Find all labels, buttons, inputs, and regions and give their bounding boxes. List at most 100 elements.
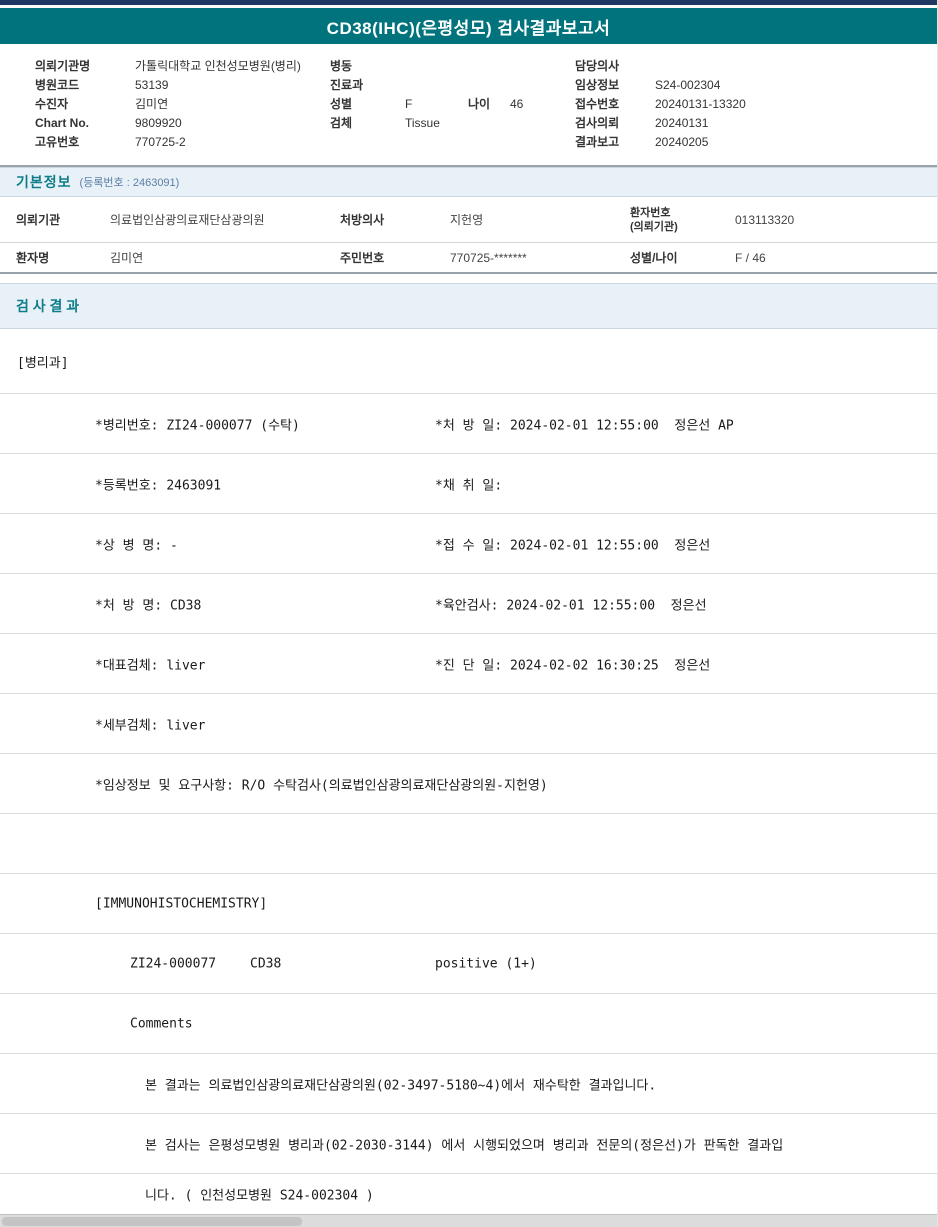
- detail-row-order-name: *처 방 명: CD38 *육안검사: 2024-02-01 12:55:00 정…: [0, 574, 937, 634]
- field-label-age: 나이: [468, 97, 491, 111]
- detail-row-clinical-request: *임상정보 및 요구사항: R/O 수탁검사(의료법인삼광의료재단삼광의원-지헌…: [0, 754, 937, 814]
- detail-right: *접 수 일: 2024-02-01 12:55:00 정은선: [435, 538, 711, 553]
- referring-org-label: 의뢰기관: [16, 213, 61, 227]
- scrollbar-thumb[interactable]: [2, 1217, 302, 1226]
- detail-left: *처 방 명: CD38: [95, 598, 202, 613]
- detail-right: *채 취 일:: [435, 478, 503, 493]
- patient-no-label-line2: (의뢰기관): [630, 220, 678, 233]
- patient-name-label: 환자명: [16, 251, 50, 265]
- field-value: 770725-2: [135, 134, 186, 149]
- detail-row-main-specimen: *대표검체: liver *진 단 일: 2024-02-02 16:30:25 …: [0, 634, 937, 694]
- field-value: Tissue: [405, 115, 440, 130]
- detail-row-sub-specimen: *세부검체: liver: [0, 694, 937, 754]
- field-label: 임상정보: [575, 78, 620, 92]
- field-value: 20240131-13320: [655, 96, 746, 111]
- field-label: 진료과: [330, 78, 364, 92]
- basic-info-registration-no: (등록번호 : 2463091): [79, 177, 180, 189]
- detail-left: *임상정보 및 요구사항: R/O 수탁검사(의료법인삼광의료재단삼광의원-지헌…: [95, 778, 548, 793]
- field-hospital-code: 병원코드 53139: [35, 75, 330, 94]
- sex-age-value: F / 46: [735, 250, 766, 265]
- comment-row: 본 검사는 은평성모병원 병리과(02-2030-3144) 에서 시행되었으며…: [0, 1114, 937, 1174]
- comments-label: Comments: [130, 1016, 193, 1031]
- field-specimen: 검체 Tissue: [330, 113, 575, 132]
- field-label-sex: 성별: [330, 97, 353, 111]
- report-page: CD38(IHC)(은평성모) 검사결과보고서 의뢰기관명 가톨릭대학교 인천성모…: [0, 0, 938, 1227]
- detail-row-pathology-no: *병리번호: ZI24-000077 (수탁) *처 방 일: 2024-02-0…: [0, 394, 937, 454]
- comment-text: 본 검사는 은평성모병원 병리과(02-2030-3144) 에서 시행되었으며…: [145, 1138, 784, 1153]
- basic-info-title: 기본정보: [16, 174, 72, 190]
- patient-no-value: 013113320: [735, 212, 795, 227]
- empty-row: [0, 814, 937, 874]
- field-value: 53139: [135, 77, 169, 92]
- field-label: Chart No.: [35, 115, 89, 130]
- pathology-detail: [병리과] *병리번호: ZI24-000077 (수탁) *처 방 일: 202…: [0, 329, 937, 1214]
- basic-info-table: 의뢰기관 의료법인삼광의료재단삼광의원 처방의사 지헌영 환자번호 (의뢰기관) …: [0, 197, 937, 274]
- detail-left: *대표검체: liver: [95, 658, 206, 673]
- field-chart-no: Chart No. 9809920: [35, 113, 330, 132]
- horizontal-scrollbar[interactable]: [0, 1214, 937, 1227]
- field-request-date: 검사의뢰 20240131: [575, 113, 937, 132]
- resident-no-value: 770725-*******: [450, 250, 527, 265]
- detail-left: *상 병 명: -: [95, 538, 178, 553]
- field-label: 고유번호: [35, 135, 80, 149]
- field-label: 수진자: [35, 97, 69, 111]
- detail-left: *세부검체: liver: [95, 718, 206, 733]
- spacer: [0, 274, 937, 283]
- comment-row: 본 결과는 의료법인삼광의료재단삼광의원(02-3497-5180~4)에서 재…: [0, 1054, 937, 1114]
- field-department: 진료과: [330, 75, 575, 94]
- report-title: CD38(IHC)(은평성모) 검사결과보고서: [326, 18, 611, 38]
- prescribing-doctor-value: 지헌영: [450, 213, 484, 227]
- field-label: 병원코드: [35, 78, 80, 92]
- field-requesting-org: 의뢰기관명 가톨릭대학교 인천성모병원(병리): [35, 56, 330, 75]
- result-value: positive (1+): [435, 956, 537, 971]
- field-label: 접수번호: [575, 97, 620, 111]
- results-section-header: 검 사 결 과: [0, 283, 937, 329]
- header-col-middle: 병동 진료과 성별 F 나이 46 검체 Tissue: [330, 56, 575, 165]
- patient-name-value: 김미연: [110, 251, 144, 265]
- detail-right: *육안검사: 2024-02-01 12:55:00 정은선: [435, 598, 707, 613]
- prescribing-doctor-label: 처방의사: [340, 213, 385, 227]
- result-test-name: CD38: [250, 956, 282, 971]
- detail-left: *등록번호: 2463091: [95, 478, 222, 493]
- field-receipt-no: 접수번호 20240131-13320: [575, 94, 937, 113]
- field-label: 병동: [330, 59, 353, 73]
- department-label: [병리과]: [17, 355, 69, 371]
- table-row: 의뢰기관 의료법인삼광의료재단삼광의원 처방의사 지헌영 환자번호 (의뢰기관) …: [0, 197, 937, 243]
- report-title-bar: CD38(IHC)(은평성모) 검사결과보고서: [0, 8, 937, 44]
- field-attending-doctor: 담당의사: [575, 56, 937, 75]
- field-value: 가톨릭대학교 인천성모병원(병리): [135, 59, 301, 73]
- header-col-left: 의뢰기관명 가톨릭대학교 인천성모병원(병리) 병원코드 53139 수진자 김미연 …: [35, 56, 330, 165]
- comment-row: 니다. ( 인천성모병원 S24-002304 ): [0, 1174, 937, 1214]
- field-report-date: 결과보고 20240205: [575, 132, 937, 151]
- table-row: 환자명 김미연 주민번호 770725-******* 성별/나이 F / 46: [0, 243, 937, 272]
- department-row: [병리과]: [0, 329, 937, 394]
- patient-no-label-line1: 환자번호: [630, 206, 671, 219]
- field-examinee: 수진자 김미연: [35, 94, 330, 113]
- resident-no-label: 주민번호: [340, 251, 385, 265]
- field-unique-no: 고유번호 770725-2: [35, 132, 330, 151]
- detail-row-registration-no: *등록번호: 2463091 *채 취 일:: [0, 454, 937, 514]
- result-row: ZI24-000077 CD38 positive (1+): [0, 934, 937, 994]
- field-label: 결과보고: [575, 135, 620, 149]
- field-value: 9809920: [135, 115, 182, 130]
- field-value: 김미연: [135, 97, 169, 111]
- detail-right: *진 단 일: 2024-02-02 16:30:25 정은선: [435, 658, 711, 673]
- field-value-sex: F: [405, 96, 413, 111]
- field-label: 검체: [330, 116, 353, 130]
- basic-info-section-header: 기본정보 (등록번호 : 2463091): [0, 167, 937, 197]
- comment-text: 본 결과는 의료법인삼광의료재단삼광의원(02-3497-5180~4)에서 재…: [145, 1078, 657, 1093]
- detail-row-diagnosis-name: *상 병 명: - *접 수 일: 2024-02-01 12:55:00 정은선: [0, 514, 937, 574]
- header-col-right: 담당의사 임상정보 S24-002304 접수번호 20240131-13320 검…: [575, 56, 937, 165]
- field-clinical-info: 임상정보 S24-002304: [575, 75, 937, 94]
- patient-no-label: 환자번호 (의뢰기관): [630, 206, 735, 234]
- field-sex-age: 성별 F 나이 46: [330, 94, 575, 113]
- comments-label-row: Comments: [0, 994, 937, 1054]
- field-value: 20240205: [655, 134, 709, 149]
- field-label: 의뢰기관명: [35, 59, 91, 73]
- referring-org-value: 의료법인삼광의료재단삼광의원: [110, 213, 265, 227]
- detail-left: *병리번호: ZI24-000077 (수탁): [95, 418, 300, 433]
- field-ward: 병동: [330, 56, 575, 75]
- detail-right: *처 방 일: 2024-02-01 12:55:00 정은선 AP: [435, 418, 734, 433]
- results-section-title: 검 사 결 과: [16, 298, 80, 314]
- ihc-header-row: [IMMUNOHISTOCHEMISTRY]: [0, 874, 937, 934]
